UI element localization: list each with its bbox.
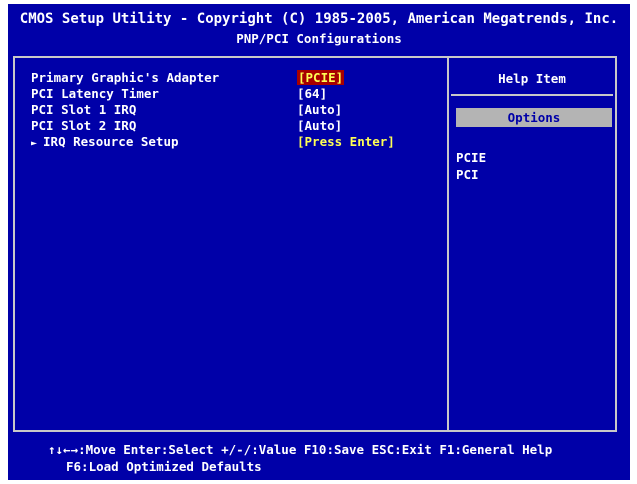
- setting-label: IRQ Resource Setup: [43, 134, 179, 149]
- submenu-irq-resource-setup[interactable]: ► IRQ Resource Setup [Press Enter]: [31, 134, 441, 151]
- utility-title: CMOS Setup Utility - Copyright (C) 1985-…: [19, 11, 619, 27]
- option-item: PCIE: [456, 150, 487, 165]
- main-frame: Primary Graphic's Adapter [PCIE] PCI Lat…: [13, 56, 617, 432]
- setting-label: PCI Latency Timer: [31, 86, 159, 101]
- key-legend: ↑↓←→:Move Enter:Select +/-/:Value F10:Sa…: [8, 442, 630, 480]
- header: CMOS Setup Utility - Copyright (C) 1985-…: [8, 4, 630, 50]
- submenu-arrow-icon: ►: [31, 138, 38, 149]
- setting-value-submenu[interactable]: [Press Enter]: [297, 134, 395, 149]
- key-legend-line-2: F6:Load Optimized Defaults: [66, 459, 262, 474]
- setting-pci-slot-1-irq[interactable]: PCI Slot 1 IRQ [Auto]: [31, 102, 441, 119]
- help-panel: Help Item Options PCIE PCI: [451, 58, 613, 430]
- setting-value[interactable]: [64]: [297, 86, 327, 101]
- setting-primary-graphics-adapter[interactable]: Primary Graphic's Adapter [PCIE]: [31, 70, 441, 87]
- setting-label: PCI Slot 1 IRQ: [31, 102, 137, 117]
- option-item: PCI: [456, 167, 479, 182]
- bios-screen: CMOS Setup Utility - Copyright (C) 1985-…: [8, 4, 630, 480]
- setting-pci-latency-timer[interactable]: PCI Latency Timer [64]: [31, 86, 441, 103]
- setting-label: PCI Slot 2 IRQ: [31, 118, 137, 133]
- setting-pci-slot-2-irq[interactable]: PCI Slot 2 IRQ [Auto]: [31, 118, 441, 135]
- setting-label: Primary Graphic's Adapter: [31, 70, 220, 85]
- setting-value[interactable]: [Auto]: [297, 118, 342, 133]
- options-header: Options: [456, 108, 612, 127]
- setting-label-wrap: ► IRQ Resource Setup: [31, 134, 179, 149]
- setting-value-selected[interactable]: [PCIE]: [297, 70, 345, 85]
- help-title: Help Item: [498, 71, 566, 86]
- setting-value[interactable]: [Auto]: [297, 102, 342, 117]
- help-divider: [451, 94, 613, 96]
- key-legend-line-1: ↑↓←→:Move Enter:Select +/-/:Value F10:Sa…: [48, 442, 553, 457]
- panel-divider: [447, 58, 449, 430]
- page-title: PNP/PCI Configurations: [236, 31, 402, 46]
